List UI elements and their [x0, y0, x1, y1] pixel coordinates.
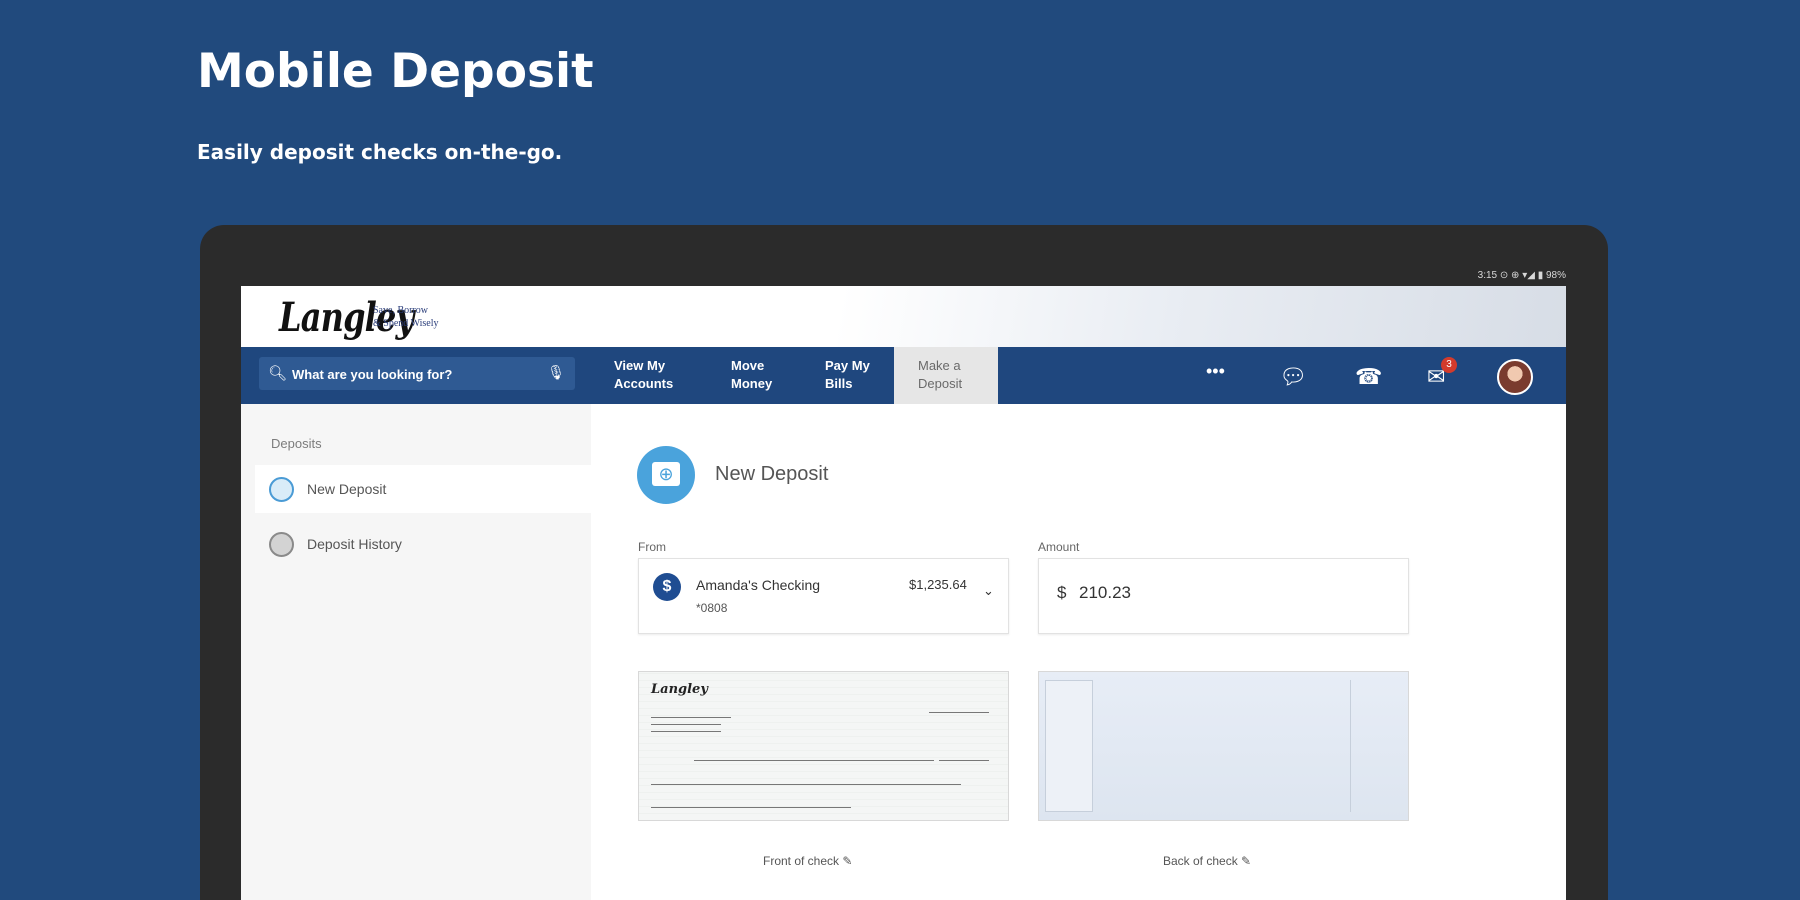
new-deposit-icon: ⊕: [637, 446, 695, 504]
page-title: New Deposit: [715, 463, 829, 485]
nav-move-money[interactable]: Move Money: [731, 357, 772, 393]
sidebar-item-new-deposit[interactable]: New Deposit: [255, 465, 591, 513]
account-number: *0808: [696, 601, 728, 615]
nav-pay-my-bills[interactable]: Pay My Bills: [825, 357, 870, 393]
brand-header: Langley Save, Borrow & Spend Wisely: [241, 286, 1566, 347]
chat-icon[interactable]: 💬︎: [1279, 364, 1307, 390]
account-balance: $1,235.64: [909, 577, 967, 592]
account-select[interactable]: $ Amanda's Checking *0808 $1,235.64 ⌄: [638, 558, 1009, 634]
page-subline: Easily deposit checks on-the-go.: [197, 140, 563, 164]
sidebar: Deposits New Deposit Deposit History: [241, 404, 591, 900]
edit-icon[interactable]: ✎: [842, 854, 852, 868]
account-name: Amanda's Checking: [696, 577, 821, 593]
avatar[interactable]: [1497, 359, 1533, 395]
chevron-down-icon[interactable]: ⌄: [983, 583, 994, 599]
currency-symbol: $: [1057, 583, 1067, 602]
more-icon[interactable]: •••: [1206, 361, 1225, 382]
main-nav: 🔍︎ What are you looking for? 🎙︎ View My …: [241, 347, 1566, 404]
phone-icon[interactable]: ☎︎: [1355, 364, 1382, 390]
check-back-image[interactable]: [1038, 671, 1409, 821]
app-screen: Langley Save, Borrow & Spend Wisely 🔍︎ W…: [241, 286, 1566, 900]
deposit-icon: [269, 477, 294, 502]
nav-view-my-accounts[interactable]: View My Accounts: [614, 357, 673, 393]
amount-value: 210.23: [1079, 583, 1131, 602]
amount-field[interactable]: $ 210.23: [1038, 558, 1409, 634]
edit-icon[interactable]: ✎: [1241, 854, 1251, 868]
search-icon: 🔍︎: [268, 365, 288, 382]
history-icon: [269, 532, 294, 557]
from-label: From: [638, 540, 666, 554]
dollar-icon: $: [653, 573, 681, 601]
front-of-check-caption[interactable]: Front of check ✎: [763, 854, 852, 868]
search-placeholder: What are you looking for?: [292, 367, 453, 382]
page-headline: Mobile Deposit: [197, 44, 594, 99]
brand-tagline: Save, Borrow & Spend Wisely: [373, 305, 439, 329]
sidebar-item-label: Deposit History: [307, 536, 402, 552]
back-of-check-caption[interactable]: Back of check ✎: [1163, 854, 1251, 868]
amount-label: Amount: [1038, 540, 1080, 554]
sidebar-item-label: New Deposit: [307, 481, 387, 497]
sidebar-title: Deposits: [271, 436, 322, 451]
microphone-icon[interactable]: 🎙︎: [547, 364, 565, 381]
check-logo: Langley: [651, 682, 708, 697]
search-input[interactable]: 🔍︎ What are you looking for? 🎙︎: [259, 357, 575, 390]
sidebar-item-deposit-history[interactable]: Deposit History: [255, 520, 591, 568]
mail-badge: 3: [1441, 357, 1457, 373]
check-front-image[interactable]: Langley: [638, 671, 1009, 821]
nav-make-a-deposit[interactable]: Make a Deposit: [894, 347, 998, 404]
status-bar: 3:15 ⊙ ⊕ ▾◢ ▮ 98%: [1477, 270, 1566, 281]
